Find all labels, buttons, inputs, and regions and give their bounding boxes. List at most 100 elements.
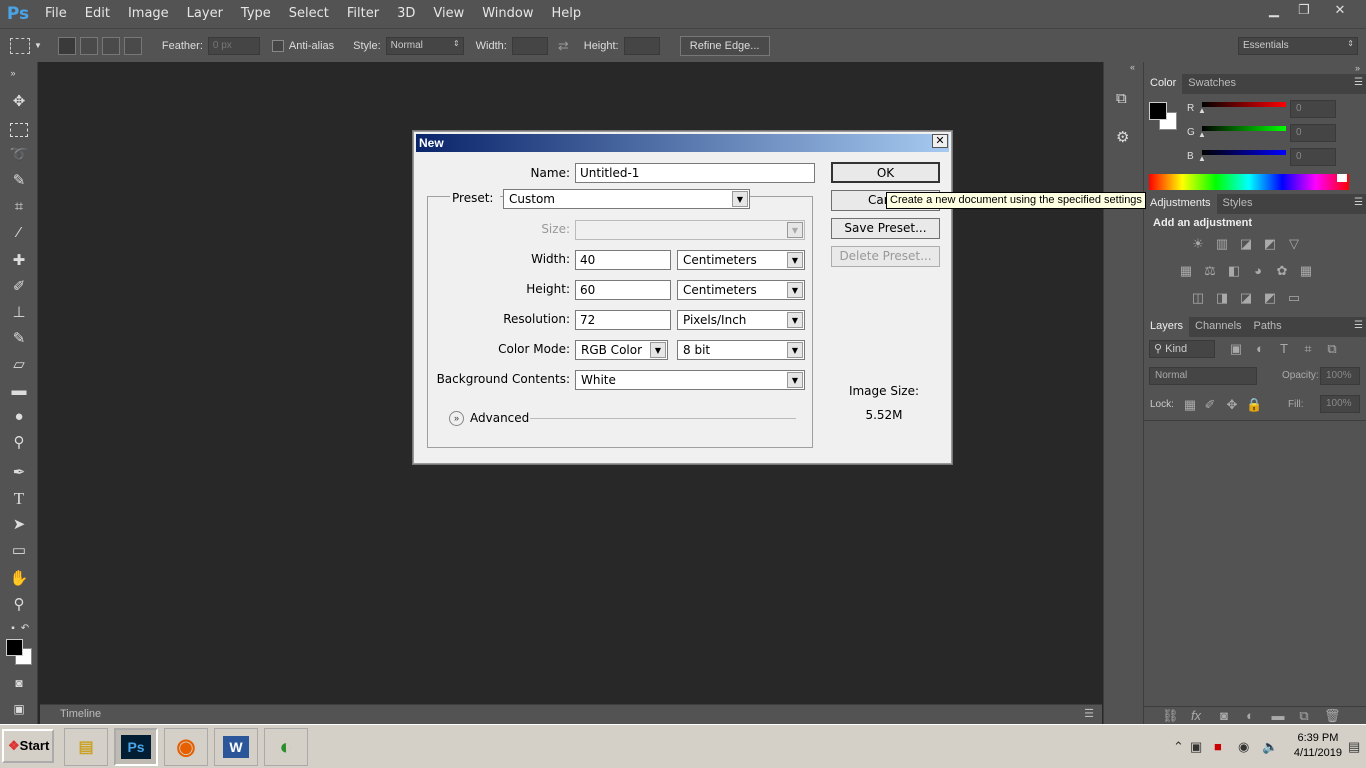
panel-menu-icon[interactable]: ☰ (1084, 707, 1094, 720)
history-brush-tool-icon[interactable]: ✎ (8, 328, 30, 350)
new-group-icon[interactable]: ▬ (1270, 709, 1286, 723)
resolution-unit-select[interactable]: Pixels/Inch ▼ (677, 310, 805, 330)
network-icon[interactable]: ▣ (1190, 739, 1202, 755)
healing-brush-tool-icon[interactable]: ✚ (8, 250, 30, 272)
size-select[interactable]: ▼ (575, 220, 805, 240)
quick-selection-tool-icon[interactable]: ✎ (8, 170, 30, 192)
preset-select[interactable]: Custom ▼ (503, 189, 750, 209)
style-select[interactable]: Normal ⇕ (385, 36, 464, 55)
anti-alias-checkbox[interactable] (271, 39, 284, 52)
color-balance-icon[interactable]: ⚖ (1202, 264, 1218, 278)
show-hidden-icons-icon[interactable]: ⌃ (1173, 739, 1184, 755)
file-explorer-icon[interactable]: ▤ (64, 728, 108, 766)
ok-button[interactable]: OK (831, 162, 940, 183)
intersect-selection-icon[interactable] (123, 36, 142, 55)
system-clock[interactable]: 6:39 PM 4/11/2019 (1294, 731, 1342, 761)
invert-icon[interactable]: ◫ (1190, 291, 1206, 305)
panel-menu-icon[interactable]: ☰ (1354, 77, 1363, 88)
menu-view[interactable]: View (424, 0, 473, 28)
smart-object-filter-icon[interactable]: ⧉ (1324, 342, 1340, 356)
word-icon[interactable]: W (214, 728, 258, 766)
link-layers-icon[interactable]: ⛓ (1162, 709, 1179, 723)
clone-stamp-tool-icon[interactable]: ⊥ (8, 302, 30, 324)
new-adjustment-icon[interactable]: ◐ (1242, 709, 1258, 723)
fill-input[interactable]: 100% (1320, 395, 1360, 413)
brush-tool-icon[interactable]: ✐ (8, 276, 30, 298)
fx-icon[interactable]: fx (1188, 709, 1204, 723)
menu-type[interactable]: Type (232, 0, 280, 28)
tab-styles[interactable]: Styles (1217, 194, 1259, 214)
menu-file[interactable]: File (36, 0, 76, 28)
red-value-input[interactable]: 0 (1290, 100, 1336, 118)
timeline-tab[interactable]: Timeline (60, 708, 101, 720)
close-button[interactable]: ✕ (1322, 0, 1358, 22)
photoshop-taskbar-icon[interactable]: Ps (114, 728, 158, 766)
brightness-icon[interactable]: ☀ (1190, 237, 1206, 251)
slider-thumb-icon[interactable]: ▲ (1198, 154, 1206, 163)
red-slider[interactable] (1202, 102, 1286, 107)
rectangle-tool-icon[interactable]: ▭ (8, 540, 30, 562)
channel-mixer-icon[interactable]: ✿ (1274, 264, 1290, 278)
advanced-expand-icon[interactable]: » (449, 411, 464, 426)
green-slider[interactable] (1202, 126, 1286, 131)
curves-icon[interactable]: ◪ (1238, 237, 1254, 251)
selective-color-icon[interactable]: ◩ (1262, 291, 1278, 305)
type-filter-icon[interactable]: T (1276, 342, 1292, 356)
chevron-down-icon[interactable]: ▼ (34, 41, 42, 50)
vibrance-icon[interactable]: ▽ (1286, 237, 1302, 251)
tab-color[interactable]: Color (1144, 74, 1183, 94)
swap-colors-icon[interactable]: ↶ (14, 618, 36, 640)
tab-adjustments[interactable]: Adjustments (1144, 194, 1217, 214)
layer-mask-icon[interactable]: ◙ (1216, 709, 1232, 723)
volume-icon[interactable]: 🔈 (1262, 739, 1278, 755)
power-icon[interactable]: ◉ (1238, 739, 1249, 755)
height-input[interactable] (623, 36, 660, 55)
panel-menu-icon[interactable]: ☰ (1354, 197, 1363, 208)
dialog-title-bar[interactable]: New (416, 134, 949, 152)
marquee-tool-icon[interactable] (10, 123, 28, 137)
zoom-tool-icon[interactable]: ⚲ (8, 594, 30, 616)
tab-swatches[interactable]: Swatches (1182, 74, 1242, 94)
bit-depth-select[interactable]: 8 bit ▼ (677, 340, 805, 360)
background-contents-select[interactable]: White ▼ (575, 370, 805, 390)
subtract-selection-icon[interactable] (101, 36, 120, 55)
color-mode-select[interactable]: RGB Color ▼ (575, 340, 668, 360)
properties-panel-icon[interactable]: ⚙ (1116, 128, 1129, 146)
menu-window[interactable]: Window (473, 0, 542, 28)
internet-download-manager-icon[interactable]: ◐ (264, 728, 308, 766)
lock-position-icon[interactable]: ✥ (1224, 398, 1240, 412)
add-to-selection-icon[interactable] (79, 36, 98, 55)
dodge-tool-icon[interactable]: ⚲ (8, 432, 30, 454)
refine-edge-button[interactable]: Refine Edge... (679, 35, 770, 56)
black-white-icon[interactable]: ◧ (1226, 264, 1242, 278)
tab-channels[interactable]: Channels (1189, 317, 1247, 337)
threshold-icon[interactable]: ◪ (1238, 291, 1254, 305)
type-tool-icon[interactable]: T (8, 488, 30, 510)
menu-edit[interactable]: Edit (76, 0, 119, 28)
menu-help[interactable]: Help (543, 0, 591, 28)
menu-layer[interactable]: Layer (178, 0, 232, 28)
blue-value-input[interactable]: 0 (1290, 148, 1336, 166)
eyedropper-tool-icon[interactable]: ⁄ (8, 222, 30, 244)
adjustment-filter-icon[interactable]: ◐ (1252, 342, 1268, 356)
shape-filter-icon[interactable]: ⌗ (1300, 342, 1316, 356)
height-unit-select[interactable]: Centimeters ▼ (677, 280, 805, 300)
menu-3d[interactable]: 3D (388, 0, 424, 28)
lock-image-icon[interactable]: ✐ (1202, 398, 1218, 412)
resolution-input[interactable]: 72 (575, 310, 671, 330)
green-value-input[interactable]: 0 (1290, 124, 1336, 142)
save-preset-button[interactable]: Save Preset... (831, 218, 940, 239)
hue-saturation-icon[interactable]: ▦ (1178, 264, 1194, 278)
photo-filter-icon[interactable]: ◕ (1250, 264, 1266, 278)
lock-transparent-icon[interactable]: ▦ (1182, 398, 1198, 412)
width-input[interactable]: 40 (575, 250, 671, 270)
restore-button[interactable]: ❐ (1286, 0, 1322, 22)
tab-paths[interactable]: Paths (1248, 317, 1288, 337)
eraser-tool-icon[interactable]: ▱ (8, 354, 30, 376)
slider-thumb-icon[interactable]: ▲ (1198, 130, 1206, 139)
action-center-icon[interactable]: ▤ (1348, 739, 1360, 755)
workspace-select[interactable]: Essentials ⇕ (1238, 36, 1358, 55)
marquee-tool-preset-icon[interactable] (10, 37, 30, 54)
new-selection-icon[interactable] (57, 36, 76, 55)
pen-tool-icon[interactable]: ✒ (8, 462, 30, 484)
